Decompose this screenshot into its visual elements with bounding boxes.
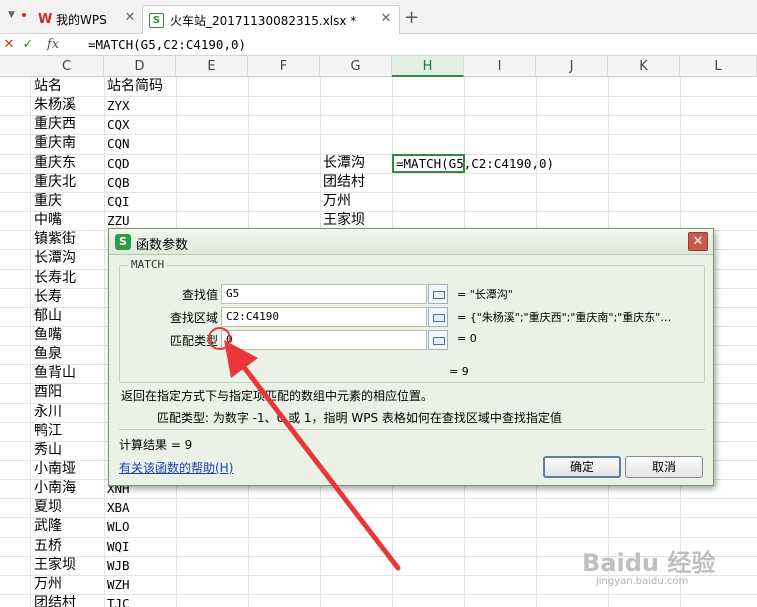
annotation-arrow bbox=[224, 340, 401, 571]
baidu-watermark-url: jingyan.baidu.com bbox=[596, 576, 689, 587]
baidu-watermark: Baidu 经验 bbox=[582, 549, 716, 577]
